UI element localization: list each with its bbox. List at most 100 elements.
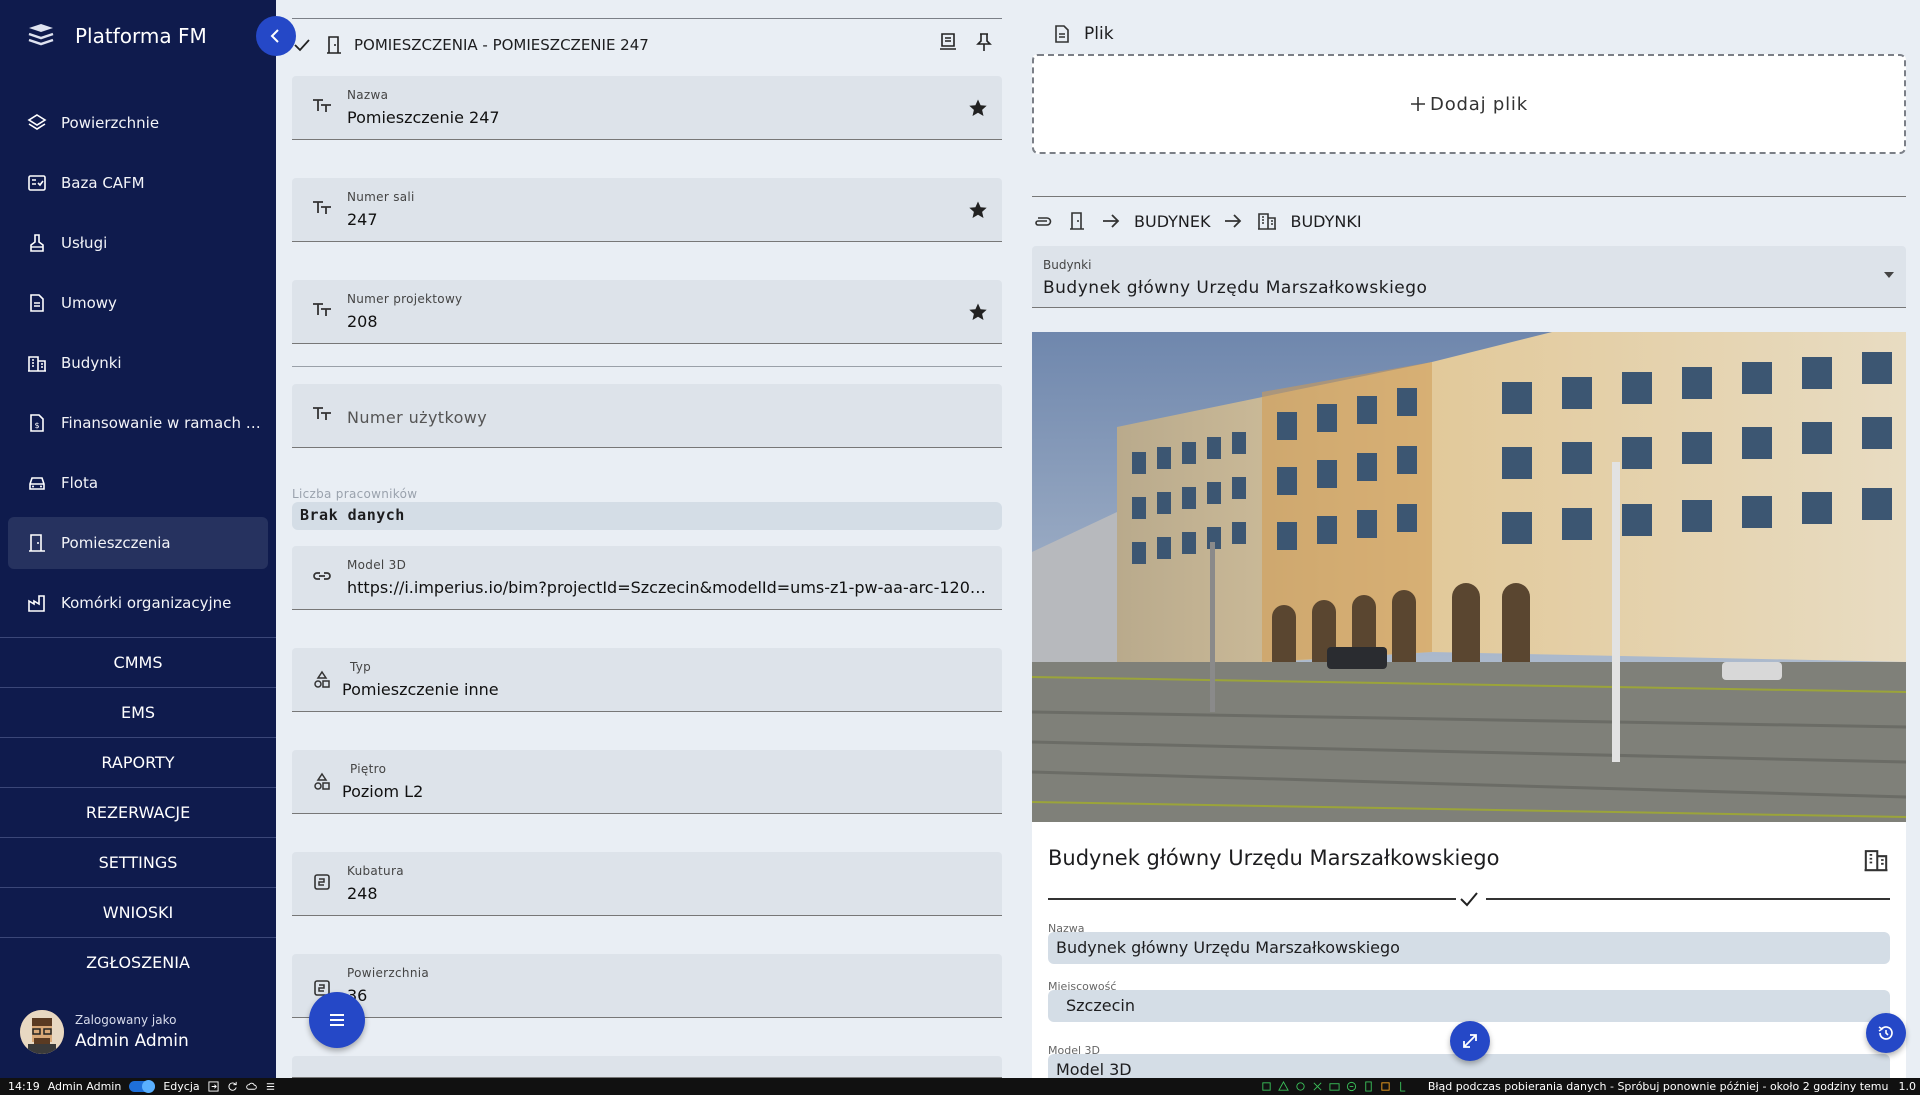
door-icon <box>29 534 45 552</box>
app-title: Platforma FM <box>75 24 207 48</box>
field-value: Poziom L2 <box>342 782 424 801</box>
sidebar-item-label: Budynki <box>61 354 122 372</box>
field-typ[interactable]: Typ Pomieszczenie inne <box>292 648 1002 712</box>
user-box[interactable]: Zalogowany jako Admin Admin <box>20 1010 189 1054</box>
menu-icon <box>330 1014 344 1026</box>
logo-icon <box>28 24 54 46</box>
section-cmms[interactable]: CMMS <box>0 637 276 687</box>
sidebar-item-powierzchnie[interactable]: Powierzchnie <box>8 97 268 149</box>
breadcrumb-item-budynek[interactable]: BUDYNEK <box>1134 212 1210 231</box>
menu-icon[interactable] <box>265 1081 276 1092</box>
sidebar-item-label: Baza CAFM <box>61 174 145 192</box>
star-icon[interactable] <box>968 302 988 322</box>
sidebar-item-pomieszczenia[interactable]: Pomieszczenia <box>8 517 268 569</box>
pin-icon[interactable] <box>974 32 994 52</box>
link-icon <box>313 572 331 580</box>
budynki-select[interactable]: Budynki Budynek główny Urzędu Marszałkow… <box>1032 246 1906 308</box>
logout-icon[interactable] <box>208 1081 219 1092</box>
edit-mode-toggle[interactable] <box>129 1080 156 1093</box>
field-powierzchnia[interactable]: Powierzchnia 36 <box>292 954 1002 1018</box>
field-label: Liczba pracowników <box>292 487 418 501</box>
field-pietro[interactable]: Piętro Poziom L2 <box>292 750 1002 814</box>
field-label: Kubatura <box>347 864 404 878</box>
shapes-icon <box>314 772 330 790</box>
module-icon[interactable] <box>1329 1081 1340 1092</box>
warning-module-icon[interactable] <box>1380 1081 1391 1092</box>
breadcrumb-item-budynki[interactable]: BUDYNKI <box>1290 212 1361 231</box>
file-section-title: Plik <box>1084 24 1114 44</box>
status-user: Admin Admin <box>47 1080 122 1093</box>
module-icon[interactable] <box>1363 1081 1374 1092</box>
checklist-icon <box>28 175 46 191</box>
module-icon[interactable] <box>1346 1081 1357 1092</box>
module-icon[interactable] <box>1312 1081 1323 1092</box>
building-icon[interactable] <box>1862 846 1890 874</box>
section-settings[interactable]: SETTINGS <box>0 837 276 887</box>
module-icon[interactable] <box>1397 1081 1408 1092</box>
field-nazwa[interactable]: Nazwa Pomieszczenie 247 <box>292 76 1002 140</box>
divider <box>292 366 1002 367</box>
money-document-icon: $ <box>30 414 44 432</box>
field-label: Numer sali <box>347 190 415 204</box>
field-value: 248 <box>347 884 378 903</box>
sidebar-item-flota[interactable]: Flota <box>8 457 268 509</box>
star-icon[interactable] <box>968 98 988 118</box>
paperclip-icon[interactable] <box>1032 210 1054 232</box>
sidebar: Platforma FM Powierzchnie Baza CAFM Usłu… <box>0 0 276 1078</box>
sidebar-nav: Powierzchnie Baza CAFM Usługi Umowy Budy… <box>8 97 268 637</box>
section-raporty[interactable]: RAPORTY <box>0 737 276 787</box>
sidebar-item-finansowanie[interactable]: $ Finansowanie w ramach p... <box>8 397 268 449</box>
divider <box>292 18 1002 19</box>
add-file-dropzone[interactable]: Dodaj plik <box>1032 54 1906 154</box>
arrow-right-icon <box>1225 214 1242 228</box>
refresh-icon[interactable] <box>227 1081 238 1092</box>
sidebar-item-komorki[interactable]: Komórki organizacyjne <box>8 577 268 629</box>
cloud-icon[interactable] <box>245 1081 257 1092</box>
expand-fab-button[interactable] <box>1450 1021 1490 1061</box>
sidebar-item-uslugi[interactable]: Usługi <box>8 217 268 269</box>
star-icon[interactable] <box>968 200 988 220</box>
sidebar-item-umowy[interactable]: Umowy <box>8 277 268 329</box>
logged-in-label: Zalogowany jako <box>75 1013 177 1027</box>
broom-icon <box>30 234 44 252</box>
field-model-3d[interactable]: Model 3D https://i.imperius.io/bim?proje… <box>292 546 1002 610</box>
module-icon[interactable] <box>1277 1081 1289 1092</box>
sidebar-item-baza-cafm[interactable]: Baza CAFM <box>8 157 268 209</box>
field-kubatura[interactable]: Kubatura 248 <box>292 852 1002 916</box>
receipt-icon[interactable] <box>938 32 958 52</box>
menu-fab-button[interactable] <box>309 992 365 1048</box>
section-zgloszenia[interactable]: ZGŁOSZENIA <box>0 937 276 987</box>
card-field-miejscowosc: Szczecin <box>1048 990 1890 1022</box>
details-panel: Plik Dodaj plik BUDYNEK BUDYNKI Budynki … <box>1032 0 1906 1079</box>
section-ems[interactable]: EMS <box>0 687 276 737</box>
section-wnioski[interactable]: WNIOSKI <box>0 887 276 937</box>
field-label: Nazwa <box>347 88 389 102</box>
field-next[interactable] <box>292 1056 1002 1078</box>
breadcrumb: BUDYNEK BUDYNKI <box>1032 208 1362 234</box>
field-numer-uzytkowy[interactable]: Numer użytkowy <box>292 384 1002 448</box>
brand[interactable]: Platforma FM <box>25 18 207 54</box>
divider <box>1032 196 1906 197</box>
history-fab-button[interactable] <box>1866 1013 1906 1053</box>
car-icon <box>29 477 45 490</box>
module-icon[interactable] <box>1295 1081 1306 1092</box>
building-icon <box>1258 213 1277 230</box>
shapes-icon <box>314 670 330 688</box>
factory-icon <box>28 595 45 612</box>
caret-down-icon[interactable] <box>1884 272 1894 278</box>
building-photo <box>1032 332 1906 822</box>
plus-icon <box>1411 97 1426 111</box>
field-numer-projektowy[interactable]: Numer projektowy 208 <box>292 280 1002 344</box>
text-type-icon <box>313 99 331 112</box>
module-icon[interactable] <box>1261 1081 1272 1092</box>
arrow-right-icon <box>1103 214 1120 228</box>
field-label: Model 3D <box>347 558 407 572</box>
status-message: Błąd podczas pobierania danych - Spróbuj… <box>1427 1080 1889 1093</box>
field-numer-sali[interactable]: Numer sali 247 <box>292 178 1002 242</box>
sidebar-item-budynki[interactable]: Budynki <box>8 337 268 389</box>
numeric-icon <box>314 874 330 890</box>
file-icon <box>1055 25 1069 43</box>
sidebar-collapse-button[interactable] <box>256 16 296 56</box>
section-rezerwacje[interactable]: REZERWACJE <box>0 787 276 837</box>
layers-icon <box>27 114 47 130</box>
